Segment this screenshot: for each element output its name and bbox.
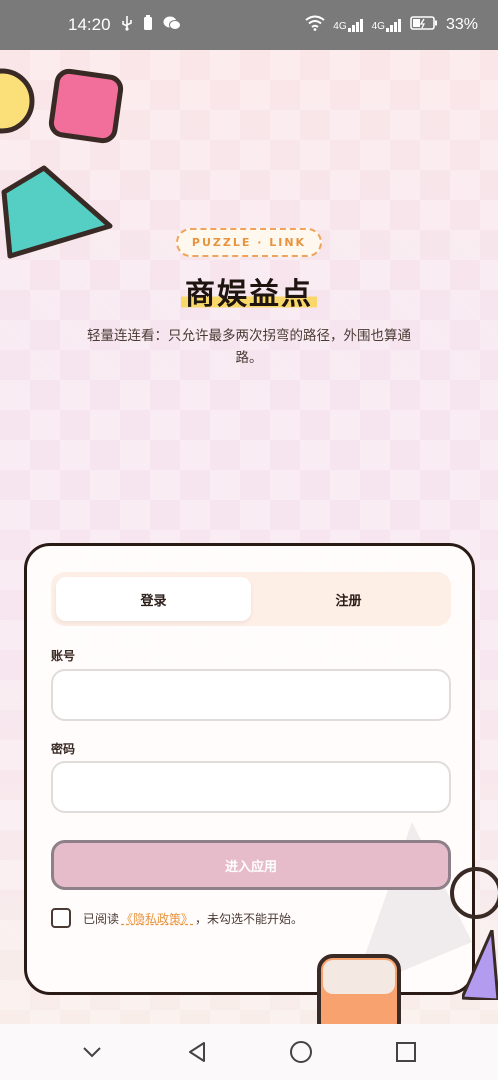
- puzzle-link-badge: PUZZLE · LINK: [175, 228, 323, 257]
- pink-square-shape: [48, 68, 124, 144]
- usb-icon: [121, 15, 133, 36]
- wechat-icon: [163, 15, 181, 36]
- chevron-down-icon[interactable]: [72, 1032, 112, 1072]
- tab-register[interactable]: 注册: [251, 577, 446, 621]
- app-title: 商娱益点: [181, 269, 317, 313]
- agree-prefix: 已阅读: [83, 911, 120, 926]
- agree-checkbox[interactable]: [51, 908, 71, 928]
- agree-suffix: ，未勾选不能开始。: [195, 911, 304, 926]
- agreement-row: 已阅读 《隐私政策》 ，未勾选不能开始。: [51, 908, 303, 928]
- account-label: 账号: [51, 649, 76, 663]
- orange-square-shape: [317, 954, 401, 1024]
- wifi-icon: [305, 15, 325, 36]
- privacy-policy-link[interactable]: 《隐私政策》: [121, 910, 193, 927]
- status-bar: 14:20 4G 4G 33%: [0, 0, 498, 50]
- purple-triangle-shape: [462, 930, 498, 1000]
- password-input[interactable]: [51, 761, 451, 813]
- app-subtitle: 轻量连连看：只允许最多两次拐弯的路径，外围也算通路。: [87, 328, 411, 366]
- auth-card: 登录 注册 账号 密码 进入应用 已阅读 《隐私政策》 ，未勾选不能开始。: [24, 543, 475, 995]
- battery-percent: 33%: [445, 16, 478, 33]
- system-nav-bar: [0, 1024, 498, 1080]
- home-icon[interactable]: [281, 1032, 321, 1072]
- recents-icon[interactable]: [386, 1032, 426, 1072]
- signal-2-icon: 4G: [372, 18, 402, 32]
- tab-login[interactable]: 登录: [56, 577, 251, 621]
- hero-section: PUZZLE · LINK 商娱益点 轻量连连看：只允许最多两次拐弯的路径，外围…: [0, 228, 498, 369]
- status-time: 14:20: [68, 15, 111, 34]
- enter-app-button[interactable]: 进入应用: [51, 840, 451, 890]
- network-type-1: 4G: [333, 21, 347, 32]
- back-icon[interactable]: [177, 1032, 217, 1072]
- signal-1-icon: 4G: [333, 18, 363, 32]
- account-input[interactable]: [51, 669, 451, 721]
- battery-saver-icon: [143, 14, 153, 36]
- network-type-2: 4G: [371, 21, 385, 32]
- battery-icon: [410, 15, 438, 36]
- yellow-circle-shape: [0, 68, 35, 134]
- auth-tabs: 登录 注册: [51, 572, 451, 626]
- password-label: 密码: [51, 742, 76, 756]
- outline-circle-shape: [450, 867, 498, 919]
